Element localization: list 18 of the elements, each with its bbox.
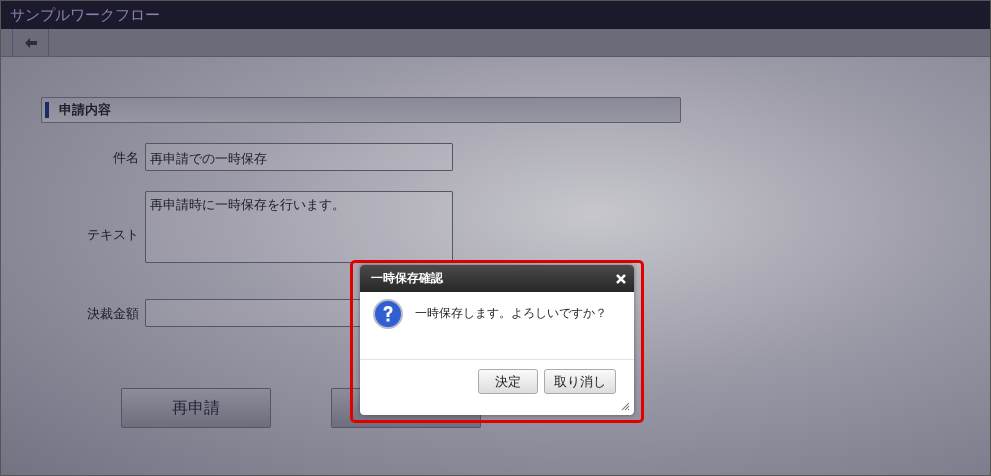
back-button[interactable] (12, 29, 49, 56)
question-icon (373, 299, 403, 329)
dialog-message: 一時保存します。よろしいですか？ (415, 305, 607, 322)
confirm-button[interactable]: 決定 (478, 369, 538, 394)
field-label: 決裁金額 (86, 306, 139, 323)
close-button[interactable] (616, 274, 626, 284)
back-arrow-icon (24, 38, 36, 48)
app-title: サンプルワークフロー (1, 1, 990, 29)
field-label: テキスト (86, 227, 139, 244)
resubmit-button[interactable]: 再申請 (121, 388, 271, 428)
close-icon (616, 274, 626, 284)
cancel-button[interactable]: 取り消し (544, 369, 616, 394)
resize-grip-icon (621, 402, 630, 411)
text-area[interactable]: 再申請時に一時保存を行います。 (145, 191, 453, 263)
dialog-title: 一時保存確認 (371, 270, 443, 287)
input-field[interactable]: 再申請での一時保存 (145, 143, 453, 171)
field-label: 件名 (112, 150, 139, 167)
section-title: 申請内容 (59, 102, 111, 119)
